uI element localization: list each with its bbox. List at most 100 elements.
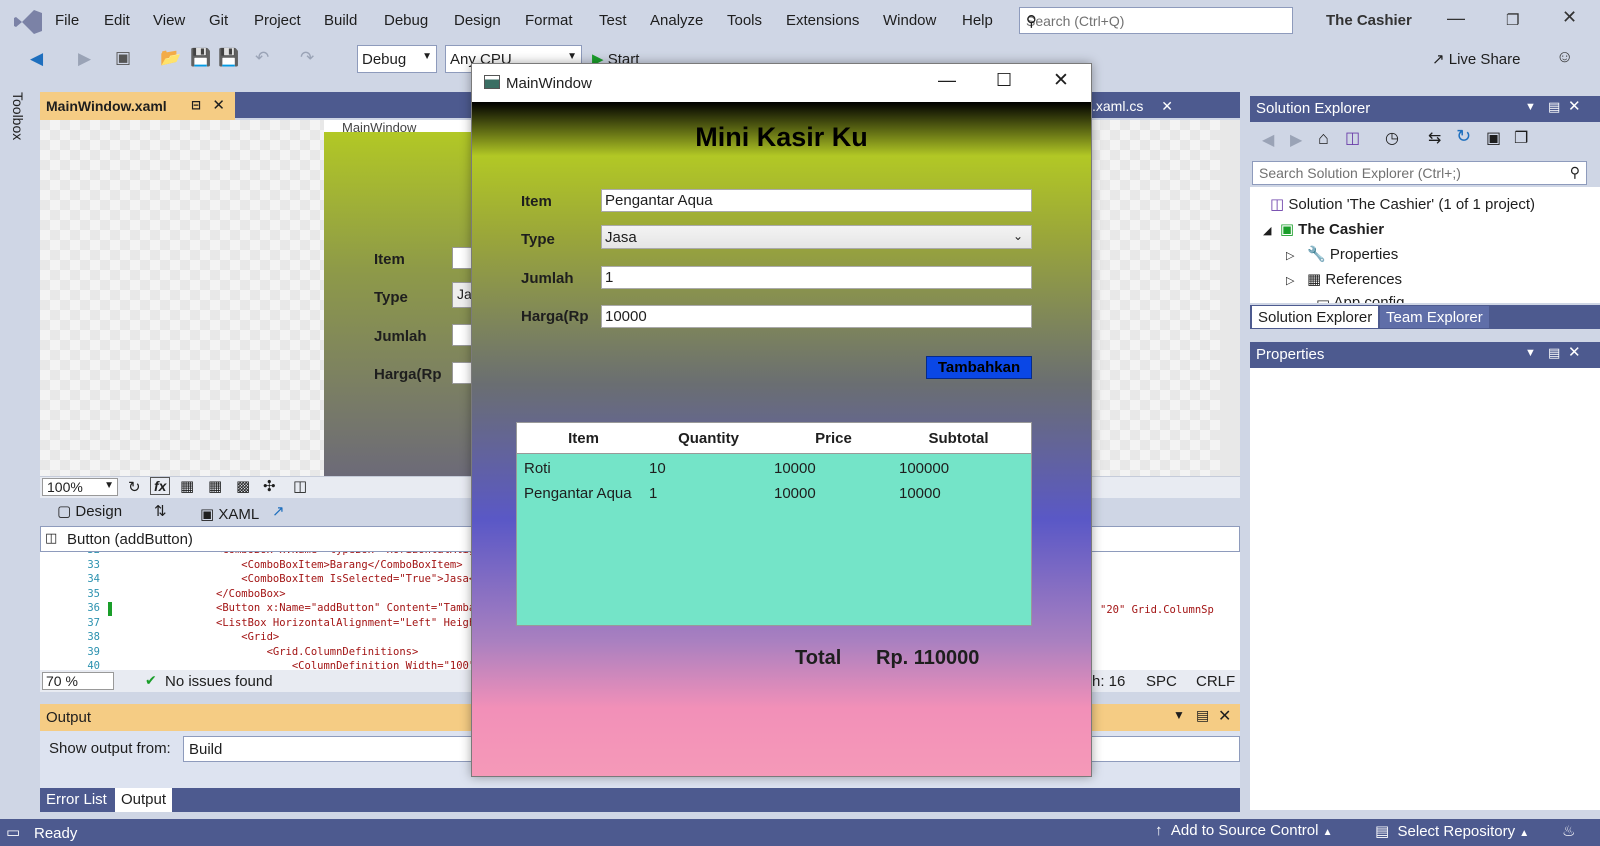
tab-team-explorer[interactable]: Team Explorer [1380, 306, 1489, 328]
line-number: 34 [87, 573, 100, 585]
tab-design[interactable]: ▢ Design [57, 502, 122, 520]
restore-icon[interactable]: ❐ [1506, 11, 1519, 29]
menu-help[interactable]: Help [962, 12, 993, 29]
pin-icon[interactable]: ⊟ [191, 98, 201, 112]
collapse-all-icon[interactable]: ▣ [1486, 128, 1501, 148]
tree-solution[interactable]: ◫ Solution 'The Cashier' (1 of 1 project… [1270, 195, 1535, 213]
chevron-down-icon[interactable]: ▼ [1525, 347, 1536, 359]
close-icon[interactable]: ✕ [1568, 97, 1581, 115]
menu-debug[interactable]: Debug [384, 12, 428, 29]
notification-bell-icon[interactable]: ♨ [1562, 822, 1575, 840]
zoom-value: 100% [47, 479, 83, 495]
toolbox-tab[interactable]: Toolbox [10, 92, 26, 140]
refresh-icon[interactable]: ↻ [1456, 126, 1471, 147]
tree-properties[interactable]: ▷ 🔧 Properties [1286, 245, 1398, 263]
jumlah-input[interactable]: 1 [601, 266, 1032, 289]
menu-edit[interactable]: Edit [104, 12, 130, 29]
minimize-icon[interactable]: — [938, 70, 956, 91]
table-header: Item Quantity Price Subtotal [516, 422, 1032, 454]
menu-analyze[interactable]: Analyze [650, 12, 703, 29]
menu-extensions[interactable]: Extensions [786, 12, 859, 29]
close-icon[interactable]: ✕ [1161, 98, 1173, 114]
history-icon[interactable]: ◷ [1385, 128, 1399, 148]
open-folder-icon[interactable]: 📂 [160, 48, 181, 68]
menu-test[interactable]: Test [599, 12, 627, 29]
code-zoom-dropdown[interactable]: 70 % [42, 672, 114, 690]
chevron-down-icon[interactable]: ▼ [1173, 708, 1185, 722]
feedback-icon[interactable]: ☺ [1556, 47, 1573, 67]
menu-window[interactable]: Window [883, 12, 936, 29]
snap-lines-icon[interactable]: ✣ [263, 477, 276, 495]
new-project-icon[interactable]: ▣ [115, 48, 131, 68]
zoom-dropdown[interactable]: 100% ▼ [42, 478, 118, 496]
artboard-icon[interactable]: ▩ [236, 477, 250, 495]
switch-views-icon[interactable]: ◫ [1345, 128, 1360, 148]
menu-format[interactable]: Format [525, 12, 573, 29]
tab-solution-explorer[interactable]: Solution Explorer [1252, 306, 1379, 328]
select-repository-button[interactable]: ▤ Select Repository ▲ [1375, 822, 1529, 840]
item-input[interactable]: Pengantar Aqua [601, 189, 1032, 212]
tab-mainwindow-xaml-cs[interactable]: .xaml.cs ✕ [1088, 92, 1177, 120]
live-share-button[interactable]: ↗ Live Share [1432, 50, 1520, 68]
line-ending[interactable]: CRLF [1196, 673, 1235, 690]
save-all-icon[interactable]: 💾 [218, 48, 239, 68]
back-icon[interactable]: ◀ [1262, 130, 1274, 150]
table-row[interactable]: Roti 10 10000 100000 [517, 460, 1031, 482]
device-icon[interactable]: ◫ [293, 477, 307, 495]
harga-input[interactable]: 10000 [601, 305, 1032, 328]
menu-tools[interactable]: Tools [727, 12, 762, 29]
items-listbox[interactable]: Roti 10 10000 100000 Pengantar Aqua 1 10000 100… [516, 454, 1032, 626]
vertical-scrollbar[interactable] [1220, 120, 1240, 476]
tree-project[interactable]: ◢ ▣ The Cashier [1263, 220, 1384, 238]
pin-icon[interactable]: ▤ [1548, 345, 1560, 361]
solution-config-dropdown[interactable]: Debug ▼ [357, 45, 437, 73]
home-icon[interactable]: ⌂ [1318, 128, 1329, 149]
tab-output[interactable]: Output [115, 788, 173, 812]
refresh-icon[interactable]: ↻ [128, 478, 141, 496]
minimize-icon[interactable]: — [1447, 8, 1465, 29]
undo-icon[interactable]: ↶ [255, 48, 269, 68]
pin-icon[interactable]: ▤ [1196, 707, 1209, 724]
issues-status[interactable]: No issues found [165, 673, 273, 690]
menu-view[interactable]: View [153, 12, 185, 29]
back-icon[interactable]: ◀ [30, 49, 43, 69]
show-all-files-icon[interactable]: ❐ [1514, 128, 1528, 148]
fx-icon[interactable]: fx [150, 477, 171, 495]
redo-icon[interactable]: ↷ [300, 48, 314, 68]
popout-icon[interactable]: ↗ [272, 502, 285, 520]
close-icon[interactable]: ✕ [1568, 343, 1581, 361]
menu-file[interactable]: File [55, 12, 79, 29]
type-combobox[interactable]: Jasa ⌄ [601, 225, 1032, 249]
tab-error-list[interactable]: Error List [40, 788, 113, 812]
close-icon[interactable]: ✕ [212, 96, 225, 114]
grid-icon[interactable]: ▦ [180, 477, 194, 495]
main-window-titlebar[interactable]: MainWindow — ☐ ✕ [472, 64, 1091, 102]
tree-appconfig[interactable]: ▭ App.config [1316, 293, 1404, 303]
close-icon[interactable]: ✕ [1218, 706, 1231, 726]
menu-git[interactable]: Git [209, 12, 228, 29]
pin-icon[interactable]: ▤ [1548, 99, 1560, 115]
close-icon[interactable]: ✕ [1562, 7, 1577, 28]
forward-icon[interactable]: ▶ [78, 49, 91, 69]
save-icon[interactable]: 💾 [190, 48, 211, 68]
sync-icon[interactable]: ⇆ [1428, 128, 1441, 148]
design-icon: ▢ [57, 503, 72, 520]
close-icon[interactable]: ✕ [1053, 69, 1069, 92]
menu-design[interactable]: Design [454, 12, 501, 29]
whitespace-mode[interactable]: SPC [1146, 673, 1177, 690]
tree-references[interactable]: ▷ ▦ References [1286, 270, 1402, 288]
menu-build[interactable]: Build [324, 12, 357, 29]
add-source-control-button[interactable]: ↑ Add to Source Control ▲ [1155, 822, 1333, 839]
table-row[interactable]: Pengantar Aqua 1 10000 10000 [517, 485, 1031, 507]
forward-icon[interactable]: ▶ [1290, 130, 1302, 150]
chevron-down-icon[interactable]: ▼ [1525, 101, 1536, 113]
swap-panes-icon[interactable]: ⇅ [154, 502, 167, 520]
menu-project[interactable]: Project [254, 12, 301, 29]
solution-search-input[interactable]: Search Solution Explorer (Ctrl+;) ⚲ [1252, 161, 1587, 185]
snap-grid-icon[interactable]: ▦ [208, 477, 222, 495]
search-input[interactable]: Search (Ctrl+Q) ⚲ [1019, 7, 1293, 34]
tab-mainwindow-xaml[interactable]: MainWindow.xaml ⊟ ✕ [40, 92, 235, 120]
add-button[interactable]: Tambahkan [926, 356, 1032, 379]
maximize-icon[interactable]: ☐ [996, 70, 1012, 91]
tab-xaml[interactable]: ▣ XAML [200, 505, 259, 523]
